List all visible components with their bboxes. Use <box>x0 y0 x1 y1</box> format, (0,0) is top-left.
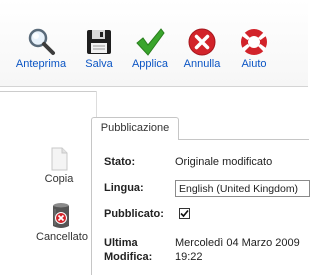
language-label: Lingua: <box>104 182 144 194</box>
published-label: Pubblicato: <box>104 208 164 220</box>
lifebuoy-icon <box>241 29 267 55</box>
last-modified-label-line1: Ultima <box>104 237 138 249</box>
last-modified-label-line2: Modifica: <box>104 251 153 263</box>
copy-label: Copia <box>44 173 74 185</box>
floppy-disk-icon <box>87 30 111 54</box>
checkmark-icon <box>180 209 189 218</box>
status-value: Originale modificato <box>175 156 273 168</box>
cancel-x-icon <box>188 28 216 56</box>
apply-button[interactable]: Applica <box>124 22 176 74</box>
copy-icon <box>51 147 68 171</box>
magnifier-icon <box>28 28 55 55</box>
apply-label: Applica <box>131 58 169 70</box>
trash-label: Cancellato <box>36 231 88 243</box>
checkmark-icon <box>136 28 165 56</box>
help-label: Aiuto <box>241 58 267 70</box>
preview-button[interactable]: Anteprima <box>15 22 67 74</box>
cancel-button[interactable]: Annulla <box>176 22 228 74</box>
help-button[interactable]: Aiuto <box>228 22 280 74</box>
trash-tool[interactable]: Cancellato <box>36 201 88 243</box>
save-label: Salva <box>85 58 113 70</box>
last-modified-date: Mercoledì 04 Marzo 2009 <box>175 237 300 249</box>
last-modified-time: 19:22 <box>175 251 203 263</box>
status-label: Stato: <box>104 156 136 168</box>
language-select[interactable]: English (United Kingdom) <box>175 180 310 197</box>
published-checkbox[interactable] <box>179 208 190 219</box>
tab-pubblicazione[interactable]: Pubblicazione <box>91 117 179 140</box>
save-button[interactable]: Salva <box>73 22 125 74</box>
copy-tool[interactable]: Copia <box>40 145 78 185</box>
cancel-label: Annulla <box>183 58 221 70</box>
trash-bin-icon <box>53 203 69 228</box>
preview-label: Anteprima <box>15 58 67 70</box>
